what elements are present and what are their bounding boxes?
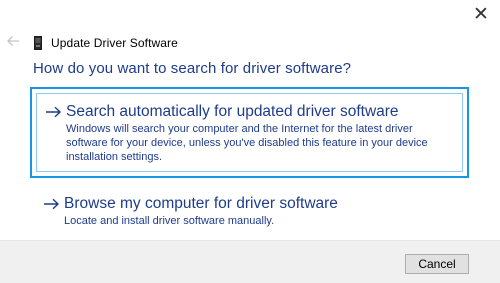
option-text: Search automatically for updated driver … <box>66 102 454 171</box>
option-title: Search automatically for updated driver … <box>66 103 399 120</box>
close-icon[interactable]: ✕ <box>468 2 494 26</box>
right-arrow-icon <box>43 194 64 228</box>
option-title: Browse my computer for driver software <box>64 195 338 212</box>
dialog-footer: Cancel <box>0 240 500 283</box>
back-arrow-icon[interactable] <box>5 33 21 49</box>
option-focus-ring: Search automatically for updated driver … <box>36 93 463 172</box>
device-icon <box>34 36 42 50</box>
option-description: Locate and install driver software manua… <box>64 215 275 227</box>
option-content: Browse my computer for driver software L… <box>30 191 469 228</box>
page-question: How do you want to search for driver sof… <box>33 60 352 77</box>
cancel-button[interactable]: Cancel <box>405 254 469 274</box>
option-description: Windows will search your computer and th… <box>66 123 428 163</box>
browse-computer-option[interactable]: Browse my computer for driver software L… <box>30 191 469 237</box>
right-arrow-icon <box>45 102 66 171</box>
search-automatically-option[interactable]: Search automatically for updated driver … <box>30 87 469 178</box>
option-text: Browse my computer for driver software L… <box>64 194 456 228</box>
window-title: Update Driver Software <box>51 36 178 50</box>
update-driver-dialog: ✕ Update Driver Software How do you want… <box>0 0 500 283</box>
window-header: Update Driver Software <box>34 34 178 52</box>
back-arrow-glyph <box>7 36 19 46</box>
